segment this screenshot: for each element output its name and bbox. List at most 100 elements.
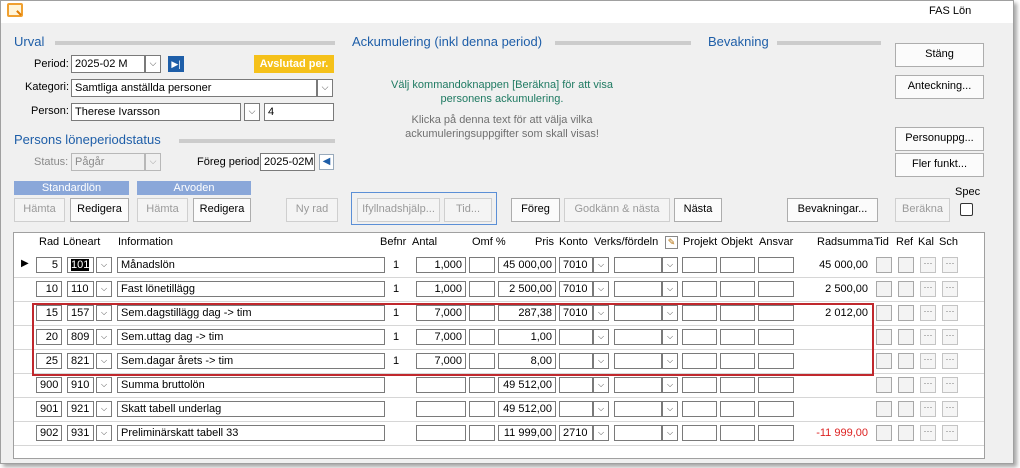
rad-cell[interactable]: 900: [36, 377, 62, 393]
ansvar-cell[interactable]: [758, 257, 794, 273]
ref-button[interactable]: [898, 305, 914, 321]
objekt-cell[interactable]: [720, 425, 755, 441]
ansvar-cell[interactable]: [758, 401, 794, 417]
kal-button[interactable]: ···: [920, 329, 936, 345]
nasta-button[interactable]: Nästa: [674, 198, 722, 222]
projekt-cell[interactable]: [682, 401, 717, 417]
information-cell[interactable]: Skatt tabell underlag: [117, 401, 385, 417]
objekt-cell[interactable]: [720, 401, 755, 417]
foreg-period-field[interactable]: 2025-02M: [260, 153, 315, 171]
projekt-cell[interactable]: [682, 257, 717, 273]
omf-cell[interactable]: [469, 281, 495, 297]
konto-cell[interactable]: 2710: [559, 425, 593, 441]
tid-button[interactable]: [876, 353, 892, 369]
verks-dropdown[interactable]: ⌵: [662, 281, 678, 297]
omf-cell[interactable]: [469, 257, 495, 273]
redigera-arvoden-button[interactable]: Redigera: [193, 198, 251, 222]
ansvar-cell[interactable]: [758, 377, 794, 393]
projekt-cell[interactable]: [682, 377, 717, 393]
tid-button[interactable]: [876, 401, 892, 417]
konto-dropdown[interactable]: ⌵: [593, 377, 609, 393]
konto-dropdown[interactable]: ⌵: [593, 425, 609, 441]
konto-cell[interactable]: 7010: [559, 257, 593, 273]
information-cell[interactable]: Summa bruttolön: [117, 377, 385, 393]
loneart-cell[interactable]: 110: [67, 281, 94, 297]
sch-button[interactable]: ···: [942, 353, 958, 369]
ackumulering-link-1[interactable]: Klicka på denna text för att välja vilka: [352, 114, 652, 126]
ansvar-cell[interactable]: [758, 281, 794, 297]
personuppg-button[interactable]: Personuppg...: [895, 127, 984, 151]
pris-cell[interactable]: 11 999,00: [498, 425, 556, 441]
pris-cell[interactable]: 49 512,00: [498, 401, 556, 417]
ifyllnadshjalp-button[interactable]: Ifyllnadshjälp...: [357, 198, 440, 222]
loneart-dropdown[interactable]: ⌵: [96, 281, 112, 297]
ref-button[interactable]: [898, 281, 914, 297]
sch-button[interactable]: ···: [942, 401, 958, 417]
konto-cell[interactable]: [559, 401, 593, 417]
ref-button[interactable]: [898, 425, 914, 441]
loneart-cell[interactable]: 910: [67, 377, 94, 393]
sch-button[interactable]: ···: [942, 377, 958, 393]
tid-button[interactable]: [876, 377, 892, 393]
verks-dropdown[interactable]: ⌵: [662, 401, 678, 417]
stang-button[interactable]: Stäng: [895, 43, 984, 67]
tid-button[interactable]: [876, 425, 892, 441]
antal-cell[interactable]: 1,000: [416, 257, 466, 273]
rad-cell[interactable]: 901: [36, 401, 62, 417]
konto-dropdown[interactable]: ⌵: [593, 257, 609, 273]
loneart-dropdown[interactable]: ⌵: [96, 257, 112, 273]
rad-cell[interactable]: 5: [36, 257, 62, 273]
redigera-standardlon-button[interactable]: Redigera: [70, 198, 129, 222]
loneart-cell[interactable]: 101: [67, 257, 94, 273]
loneart-dropdown[interactable]: ⌵: [96, 377, 112, 393]
ackumulering-link-2[interactable]: ackumuleringsuppgifter som skall visas!: [352, 128, 652, 140]
loneart-dropdown[interactable]: ⌵: [96, 401, 112, 417]
foreg-button[interactable]: Föreg: [511, 198, 560, 222]
sch-button[interactable]: ···: [942, 257, 958, 273]
person-dropdown[interactable]: ⌵: [244, 103, 260, 121]
information-cell[interactable]: Preliminärskatt tabell 33: [117, 425, 385, 441]
objekt-cell[interactable]: [720, 377, 755, 393]
loneart-cell[interactable]: 931: [67, 425, 94, 441]
verks-cell[interactable]: [614, 281, 662, 297]
konto-cell[interactable]: 7010: [559, 281, 593, 297]
ref-button[interactable]: [898, 377, 914, 393]
antal-cell[interactable]: [416, 425, 466, 441]
objekt-cell[interactable]: [720, 281, 755, 297]
verks-dropdown[interactable]: ⌵: [662, 257, 678, 273]
hamta-standardlon-button[interactable]: Hämta: [14, 198, 65, 222]
sch-button[interactable]: ···: [942, 425, 958, 441]
sch-button[interactable]: ···: [942, 305, 958, 321]
sch-button[interactable]: ···: [942, 281, 958, 297]
kal-button[interactable]: ···: [920, 401, 936, 417]
ny-rad-button[interactable]: Ny rad: [286, 198, 338, 222]
kal-button[interactable]: ···: [920, 281, 936, 297]
verks-dropdown[interactable]: ⌵: [662, 425, 678, 441]
kal-button[interactable]: ···: [920, 377, 936, 393]
omf-cell[interactable]: [469, 401, 495, 417]
anteckning-button[interactable]: Anteckning...: [895, 75, 984, 99]
ref-button[interactable]: [898, 401, 914, 417]
konto-dropdown[interactable]: ⌵: [593, 281, 609, 297]
antal-cell[interactable]: [416, 377, 466, 393]
kal-button[interactable]: ···: [920, 305, 936, 321]
sch-button[interactable]: ···: [942, 329, 958, 345]
berakna-button[interactable]: Beräkna: [895, 198, 950, 222]
omf-cell[interactable]: [469, 377, 495, 393]
ref-button[interactable]: [898, 353, 914, 369]
kal-button[interactable]: ···: [920, 257, 936, 273]
verks-cell[interactable]: [614, 425, 662, 441]
omf-cell[interactable]: [469, 425, 495, 441]
kategori-dropdown[interactable]: ⌵: [317, 79, 333, 97]
tid-button[interactable]: [876, 257, 892, 273]
rad-cell[interactable]: 10: [36, 281, 62, 297]
tid-button[interactable]: [876, 329, 892, 345]
tid-button[interactable]: [876, 281, 892, 297]
kal-button[interactable]: ···: [920, 353, 936, 369]
hamta-arvoden-button[interactable]: Hämta: [137, 198, 188, 222]
period-dropdown[interactable]: ⌵: [145, 55, 161, 73]
ansvar-cell[interactable]: [758, 425, 794, 441]
pencil-icon[interactable]: ✎: [665, 236, 678, 249]
pris-cell[interactable]: 49 512,00: [498, 377, 556, 393]
spec-checkbox[interactable]: [960, 203, 973, 216]
